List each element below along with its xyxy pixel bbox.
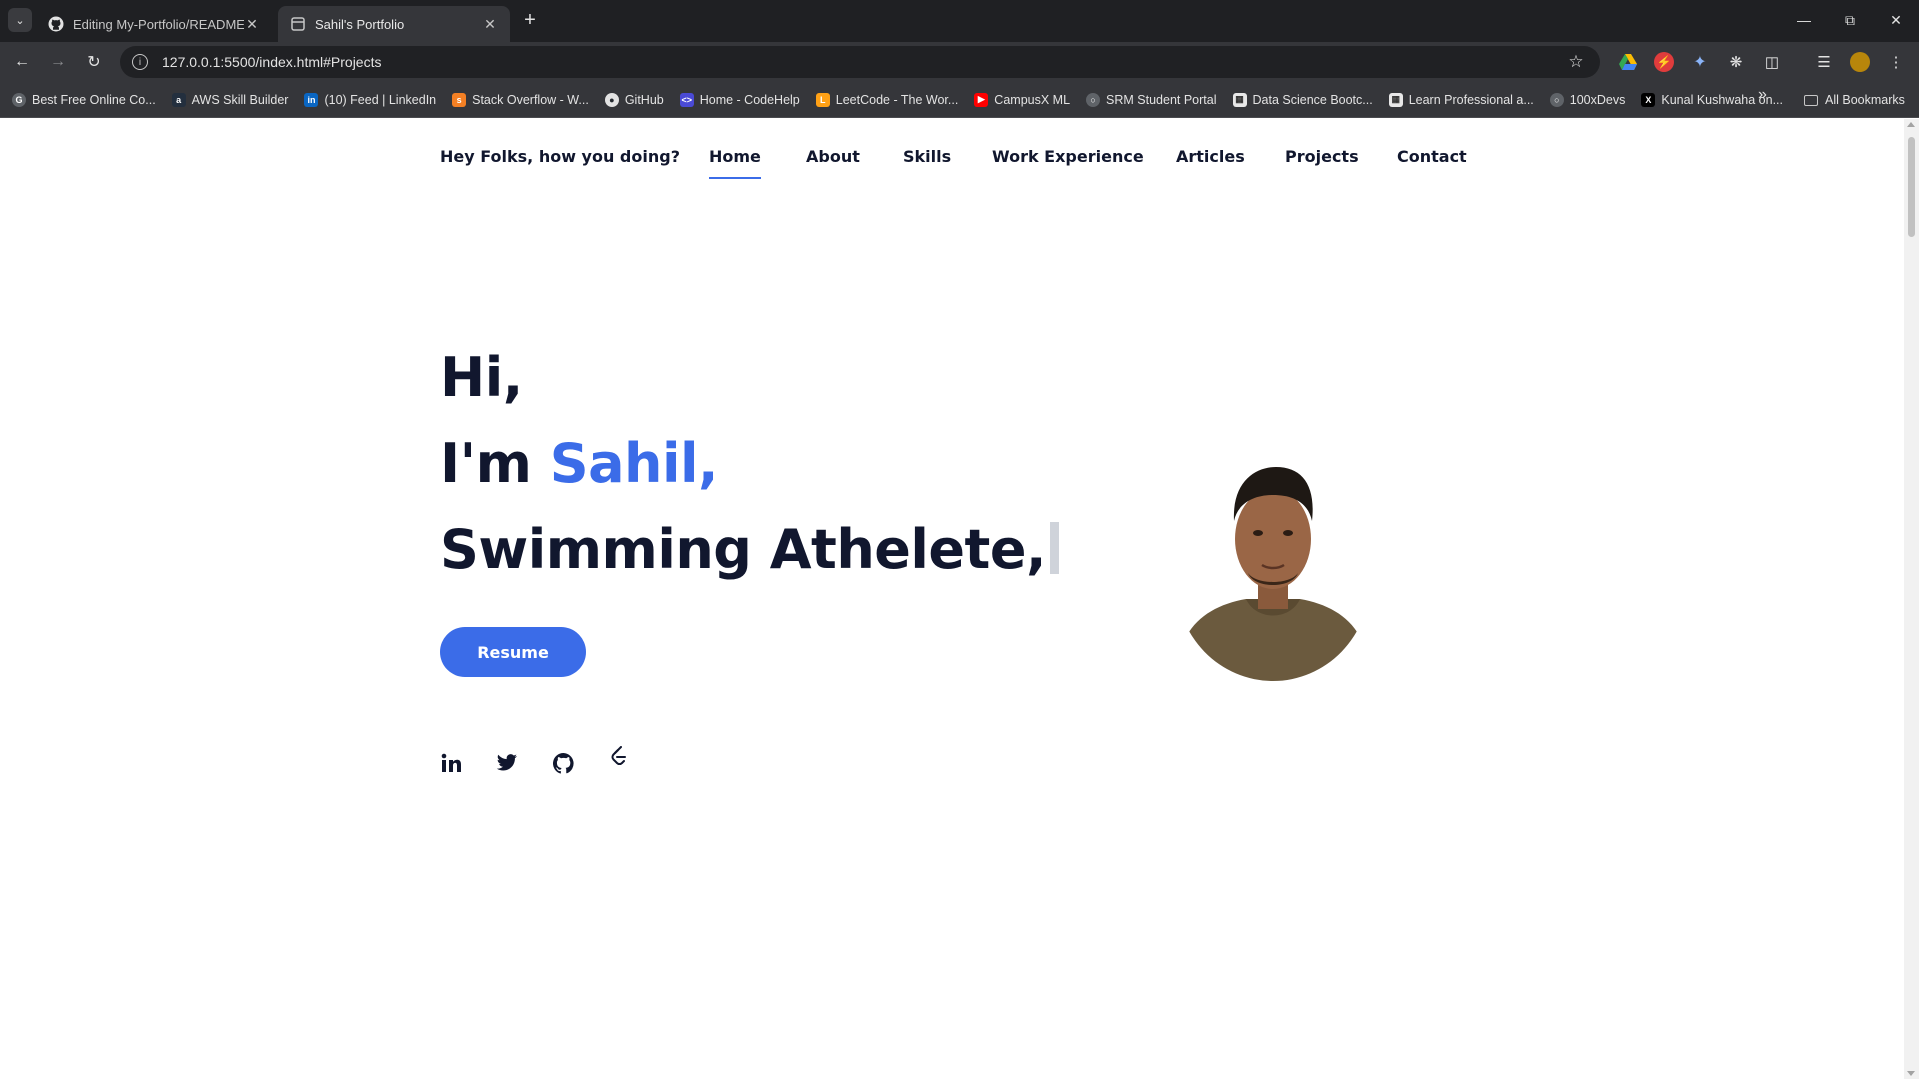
back-arrow-icon[interactable]: ← [8,48,36,76]
github-icon [48,16,64,32]
url-text[interactable]: 127.0.0.1:5500/index.html#Projects [162,54,1566,70]
nav-contact[interactable]: Contact [1397,147,1467,166]
site-info-icon[interactable]: i [132,54,148,70]
page-scrollbar[interactable] [1904,119,1919,1079]
bookmark-item[interactable]: <> Home - CodeHelp [672,86,808,114]
social-links [440,746,664,774]
page-icon: ▦ [1232,92,1247,107]
tab-strip: ⌄ Editing My-Portfolio/README.m ✕ Sahil'… [0,0,1919,42]
twitter-icon[interactable] [496,752,518,774]
close-icon[interactable]: ✕ [482,16,498,32]
scrollbar-thumb[interactable] [1908,137,1915,237]
aws-icon: a [171,92,186,107]
bookmark-item[interactable]: X Kunal Kushwaha on... [1633,86,1791,114]
leetcode-icon: L [815,92,830,107]
minimize-icon[interactable]: — [1781,0,1827,40]
browser-toolbar: ← → ↻ i 127.0.0.1:5500/index.html#Projec… [0,42,1919,82]
codehelp-icon: <> [679,92,694,107]
linkedin-icon: in [304,92,319,107]
bookmark-item[interactable]: ○ SRM Student Portal [1078,86,1224,114]
typing-cursor [1050,522,1059,574]
tab-sahils-portfolio[interactable]: Sahil's Portfolio ✕ [278,6,510,42]
extension-red-icon[interactable]: ⚡ [1654,52,1674,72]
hero-name: Sahil, [549,432,719,495]
bookmark-item[interactable]: L LeetCode - The Wor... [808,86,967,114]
youtube-icon: ▶ [974,92,989,107]
g-icon: G [12,92,26,107]
portfolio-page: Hey Folks, how you doing? Home About Ski… [0,119,1904,1079]
nav-home[interactable]: Home [709,147,761,179]
tab-github-readme[interactable]: Editing My-Portfolio/README.m ✕ [36,6,272,42]
nav-projects[interactable]: Projects [1285,147,1359,166]
extension-gear-icon[interactable]: ❋ [1726,52,1746,72]
profile-avatar-icon[interactable] [1850,52,1870,72]
stackoverflow-icon: s [452,92,467,107]
reload-icon[interactable]: ↻ [80,48,108,76]
github-icon: ● [604,92,619,107]
greeting-text: Hey Folks, how you doing? [440,147,680,166]
hero-prefix: I'm [440,432,550,495]
google-drive-icon[interactable] [1618,52,1638,72]
close-icon[interactable]: ✕ [244,16,260,32]
bookmark-item[interactable]: s Stack Overflow - W... [444,86,597,114]
typed-role: Swimming Athelete, [440,518,1047,581]
x-icon: X [1641,92,1656,107]
all-bookmarks-button[interactable]: All Bookmarks [1804,86,1905,114]
tab-search-button[interactable]: ⌄ [8,8,32,32]
bookmark-star-icon[interactable]: ☆ [1566,52,1586,72]
nav-articles[interactable]: Articles [1176,147,1245,166]
page-icon [290,16,306,32]
nav-skills[interactable]: Skills [903,147,951,166]
linkedin-icon[interactable] [440,752,462,774]
window-controls: — ⧉ ✕ [1781,0,1919,40]
bookmark-item[interactable]: ▦ Learn Professional a... [1381,86,1542,114]
bookmarks-bar: G Best Free Online Co... a AWS Skill Build… [0,82,1919,118]
resume-button[interactable]: Resume [440,627,586,677]
page-icon: ▦ [1388,92,1403,107]
bookmark-item[interactable]: ● GitHub [597,86,672,114]
globe-icon: ○ [1086,92,1101,107]
forward-arrow-icon[interactable]: → [44,48,72,76]
gemini-icon[interactable]: ✦ [1690,52,1710,72]
hero-line-hi: Hi, [440,346,523,409]
chevron-down-icon: ⌄ [15,14,25,27]
scroll-up-arrow-icon[interactable] [1907,122,1915,127]
menu-kebab-icon[interactable]: ⋮ [1886,52,1906,72]
hero-line-role: Swimming Athelete, [440,507,1059,593]
bookmark-item[interactable]: a AWS Skill Builder [164,86,297,114]
address-bar[interactable]: i 127.0.0.1:5500/index.html#Projects ☆ [120,46,1600,78]
profile-photo [1176,461,1370,681]
hero-section: Hi, I'm Sahil, Swimming Athelete, [440,335,1059,593]
globe-icon: ○ [1549,92,1564,107]
nav-about[interactable]: About [806,147,860,166]
bookmark-item[interactable]: ▶ CampusX ML [966,86,1078,114]
restore-icon[interactable]: ⧉ [1827,0,1873,40]
hero-line-name: I'm Sahil, [440,421,1059,507]
tab-title: Sahil's Portfolio [315,16,405,32]
bookmarks-overflow-icon[interactable]: » [1758,86,1767,104]
reading-list-icon[interactable]: ☰ [1814,52,1834,72]
close-window-icon[interactable]: ✕ [1873,0,1919,40]
scroll-down-arrow-icon[interactable] [1907,1071,1915,1076]
bookmark-item[interactable]: ▦ Data Science Bootc... [1225,86,1381,114]
tab-title: Editing My-Portfolio/README.m [73,16,244,32]
bookmark-item[interactable]: G Best Free Online Co... [4,86,164,114]
extensions-puzzle-icon[interactable]: ◫ [1762,52,1782,72]
bookmark-item[interactable]: ○ 100xDevs [1542,86,1634,114]
leetcode-icon[interactable] [608,746,630,768]
nav-work-experience[interactable]: Work Experience [992,147,1144,166]
new-tab-button[interactable]: + [518,8,542,32]
github-icon[interactable] [552,752,574,774]
bookmark-item[interactable]: in (10) Feed | LinkedIn [296,86,444,114]
folder-icon [1804,94,1818,106]
